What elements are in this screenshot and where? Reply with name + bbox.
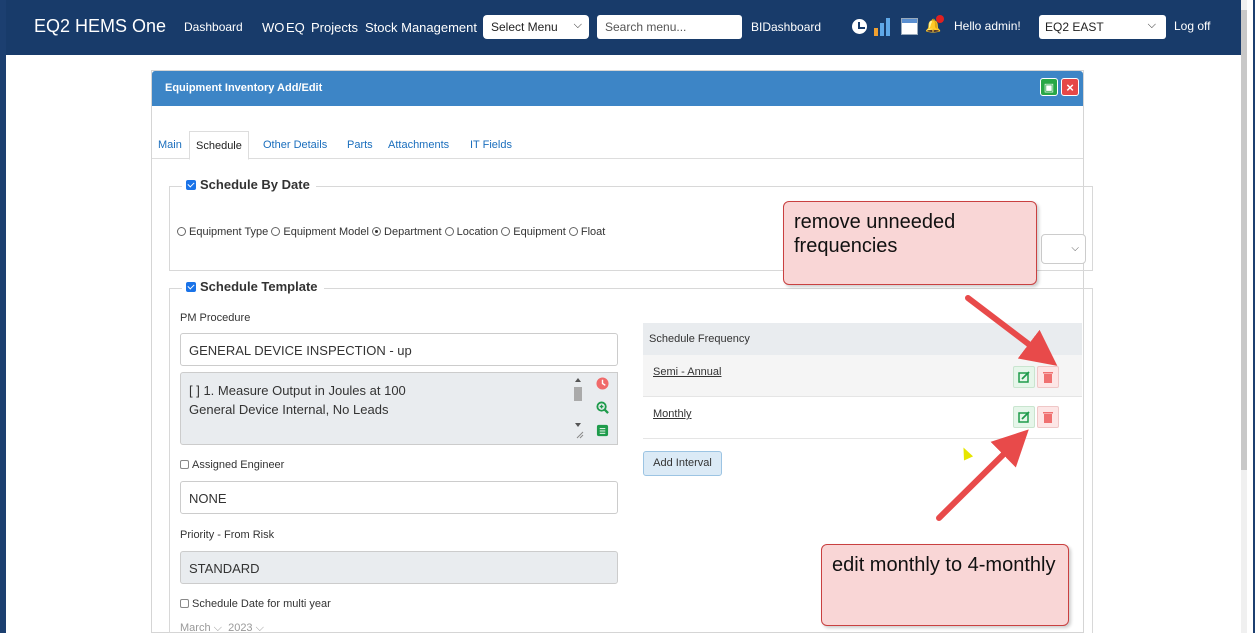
page-scrollbar[interactable]	[1241, 0, 1247, 633]
arrow-to-delete-icon	[965, 295, 1058, 366]
scrollbar-thumb[interactable]	[1241, 10, 1247, 470]
arrow-to-edit-icon	[936, 429, 1029, 521]
annotation-arrows	[936, 295, 1058, 521]
app-window: EQ2 HEMS One Dashboard WO EQ Projects St…	[0, 0, 1255, 633]
